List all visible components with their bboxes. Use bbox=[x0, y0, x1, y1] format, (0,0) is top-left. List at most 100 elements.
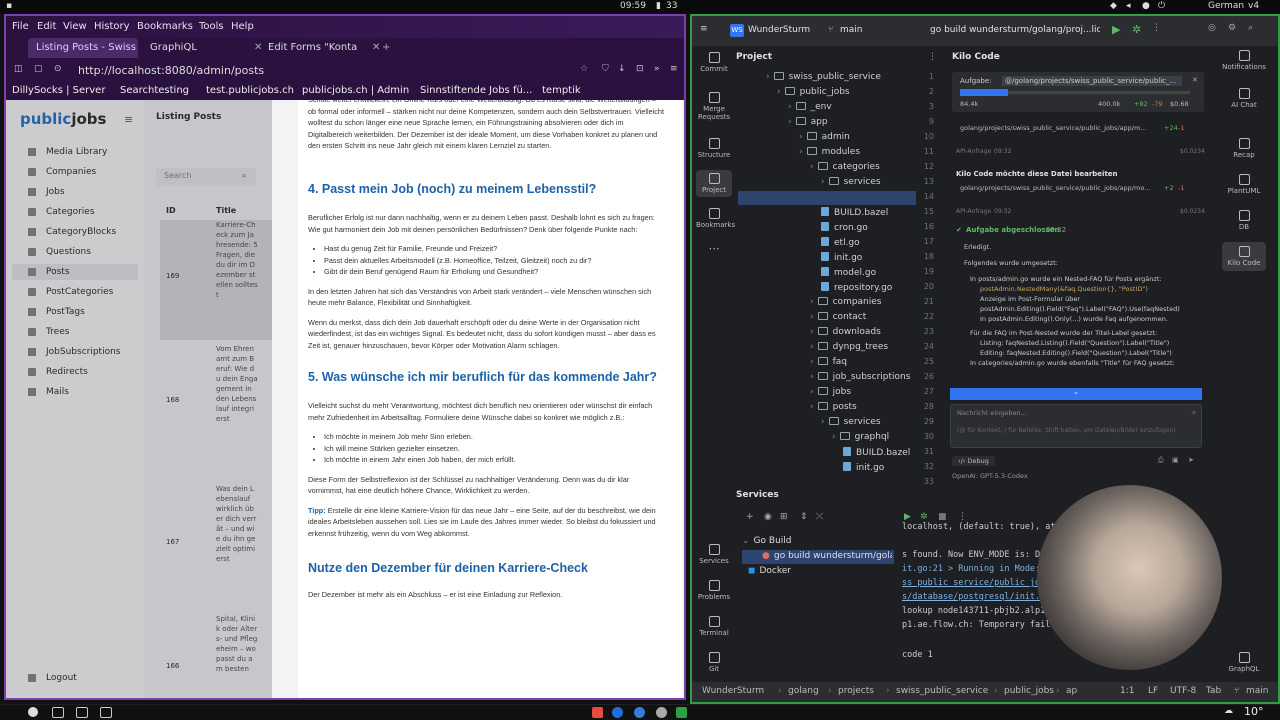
menu-help[interactable]: Help bbox=[231, 21, 254, 32]
settings-icon[interactable]: ⚙ bbox=[1228, 23, 1236, 33]
tree-file[interactable]: repository.go bbox=[821, 282, 892, 293]
chevron-icon[interactable]: › bbox=[810, 297, 814, 307]
chevron-icon[interactable]: › bbox=[788, 102, 792, 112]
shield-icon[interactable]: ⛉ bbox=[602, 64, 609, 74]
collapse-icon[interactable]: ⤫ bbox=[816, 512, 823, 522]
tree-folder[interactable]: › services bbox=[821, 417, 881, 427]
tree-folder[interactable]: › admin bbox=[799, 132, 850, 142]
chevron-icon[interactable]: › bbox=[799, 132, 803, 142]
breadcrumb-projects[interactable]: projects bbox=[838, 686, 874, 696]
search-icon[interactable]: ⌕ bbox=[1248, 23, 1253, 33]
tool-commit[interactable]: Commit bbox=[696, 52, 732, 73]
url-bar[interactable]: http://localhost:8080/admin/posts bbox=[78, 62, 578, 80]
bookmark-admin[interactable]: publicjobs.ch | Admin bbox=[302, 85, 409, 96]
bookmark-icon[interactable]: ▢ bbox=[34, 64, 43, 74]
tab-graphiql[interactable]: GraphiQL bbox=[142, 38, 252, 58]
image-icon[interactable]: ▣ bbox=[1172, 456, 1179, 464]
menu-history[interactable]: History bbox=[94, 21, 130, 32]
message-input[interactable]: Nachricht eingeben... ✧ (@ für Kontext, … bbox=[950, 404, 1202, 448]
sparkle-icon[interactable]: ✧ bbox=[1191, 409, 1197, 417]
mode-selector[interactable]: ‹/› Debug bbox=[952, 456, 995, 466]
service-run-item[interactable]: ● go build wundersturm/golan bbox=[742, 550, 894, 564]
more-icon[interactable]: ⋮ bbox=[928, 52, 937, 62]
tool-recap[interactable]: Recap bbox=[1216, 138, 1272, 159]
tree-file[interactable]: init.go bbox=[821, 252, 862, 263]
tool-project[interactable]: Project bbox=[696, 170, 732, 197]
chevron-icon[interactable]: › bbox=[810, 357, 814, 367]
tree-folder[interactable]: › downloads bbox=[810, 327, 881, 337]
chevron-icon[interactable]: › bbox=[788, 117, 792, 127]
send-icon[interactable]: ➤ bbox=[1188, 456, 1194, 464]
tree-file[interactable]: cron.go bbox=[821, 222, 868, 233]
debug-icon[interactable]: ✲ bbox=[1132, 23, 1141, 36]
breadcrumb-app[interactable]: ap bbox=[1066, 686, 1077, 696]
add-icon[interactable]: + bbox=[746, 512, 754, 522]
diff-path[interactable]: golang/projects/swiss_public_service/pub… bbox=[960, 124, 1160, 132]
breadcrumb-public-jobs[interactable]: public_jobs bbox=[1004, 686, 1054, 696]
volume-icon[interactable]: ◂ bbox=[1126, 1, 1131, 11]
tree-folder[interactable]: › services bbox=[821, 177, 881, 187]
chevron-icon[interactable]: › bbox=[810, 387, 814, 397]
more-tools-icon[interactable]: ⋯ bbox=[696, 242, 732, 255]
tree-folder[interactable]: › companies bbox=[810, 297, 882, 307]
tree-file[interactable]: etl.go bbox=[821, 237, 860, 248]
tab-edit-forms[interactable]: Edit Forms "Konta bbox=[260, 38, 360, 58]
window-icon[interactable] bbox=[76, 707, 88, 718]
tool-db[interactable]: DB bbox=[1216, 210, 1272, 231]
bookmark-sinnstiftende[interactable]: Sinnstiftende Jobs fü... bbox=[420, 85, 532, 96]
indent[interactable]: Tab bbox=[1206, 686, 1221, 696]
keyboard-layout[interactable]: German bbox=[1208, 1, 1244, 11]
launcher-icon[interactable] bbox=[28, 707, 38, 717]
docker-item[interactable]: ◼ Docker bbox=[748, 566, 791, 576]
menu-tools[interactable]: Tools bbox=[199, 21, 224, 32]
chevron-icon[interactable]: › bbox=[821, 417, 825, 427]
download-icon[interactable]: ↓ bbox=[618, 64, 626, 74]
tool-problems[interactable]: Problems bbox=[696, 580, 732, 601]
firefox-icon[interactable] bbox=[612, 707, 623, 718]
tree-folder[interactable]: › posts bbox=[810, 402, 857, 412]
model-label[interactable]: OpenAI: GPT-5.3-Codex bbox=[952, 472, 1028, 480]
chevron-icon[interactable]: › bbox=[810, 162, 814, 172]
encoding[interactable]: UTF-8 bbox=[1170, 686, 1196, 696]
modal-backdrop[interactable] bbox=[6, 100, 272, 698]
tree-file[interactable]: model.go bbox=[821, 267, 876, 278]
power-icon[interactable]: ⏻ bbox=[1158, 1, 1165, 11]
app-icon[interactable] bbox=[592, 707, 603, 718]
tool-git[interactable]: Git bbox=[696, 652, 732, 673]
tree-folder[interactable]: › app bbox=[788, 117, 828, 127]
bookmark-temptik[interactable]: temptik bbox=[542, 85, 581, 96]
wifi-icon[interactable]: ◆ bbox=[1110, 1, 1117, 11]
more-icon[interactable]: ⋮ bbox=[1152, 23, 1161, 33]
mail-icon[interactable] bbox=[52, 707, 64, 718]
bookmark-searchtesting[interactable]: Searchtesting bbox=[120, 85, 189, 96]
tool-ai-chat[interactable]: AI Chat bbox=[1216, 88, 1272, 109]
tab-listing-posts[interactable]: Listing Posts - Swiss bbox=[28, 38, 138, 58]
chevron-icon[interactable]: › bbox=[777, 87, 781, 97]
hamburger-icon[interactable]: ≡ bbox=[700, 24, 708, 34]
chevron-icon[interactable]: › bbox=[799, 147, 803, 157]
chevron-icon[interactable]: › bbox=[810, 342, 814, 352]
tool-terminal[interactable]: Terminal bbox=[696, 616, 732, 637]
tree-folder[interactable]: › _env bbox=[788, 102, 832, 112]
expand-icon[interactable]: ⇕ bbox=[800, 512, 808, 522]
tool-kilo-code[interactable]: Kilo Code bbox=[1222, 242, 1266, 271]
project-panel-title[interactable]: Project bbox=[736, 52, 772, 62]
tool-plantuml[interactable]: PlantUML bbox=[1216, 174, 1272, 195]
tree-file[interactable]: init.go bbox=[843, 462, 884, 473]
go-build-group[interactable]: ⌄ Go Build bbox=[742, 536, 791, 546]
chevron-icon[interactable]: › bbox=[810, 327, 814, 337]
chevron-icon[interactable]: › bbox=[821, 177, 825, 187]
tool-bookmarks[interactable]: Bookmarks bbox=[696, 208, 735, 229]
tree-folder[interactable]: › public_jobs bbox=[777, 87, 850, 97]
tree-folder[interactable]: › graphql bbox=[832, 432, 889, 442]
tool-structure[interactable]: Structure bbox=[696, 138, 732, 159]
run-icon[interactable]: ▶ bbox=[1112, 23, 1120, 36]
new-tab-icon[interactable]: + bbox=[374, 38, 390, 58]
menu-bookmarks[interactable]: Bookmarks bbox=[137, 21, 193, 32]
sidebar-toggle-icon[interactable]: ◫ bbox=[14, 64, 23, 74]
settings-icon[interactable] bbox=[656, 707, 667, 718]
star-icon[interactable]: ☆ bbox=[580, 64, 588, 74]
browser-icon[interactable] bbox=[634, 707, 645, 718]
task-header[interactable]: Aufgabe: @/golang/projects/swiss_public_… bbox=[952, 72, 1204, 112]
line-separator[interactable]: LF bbox=[1148, 686, 1158, 696]
